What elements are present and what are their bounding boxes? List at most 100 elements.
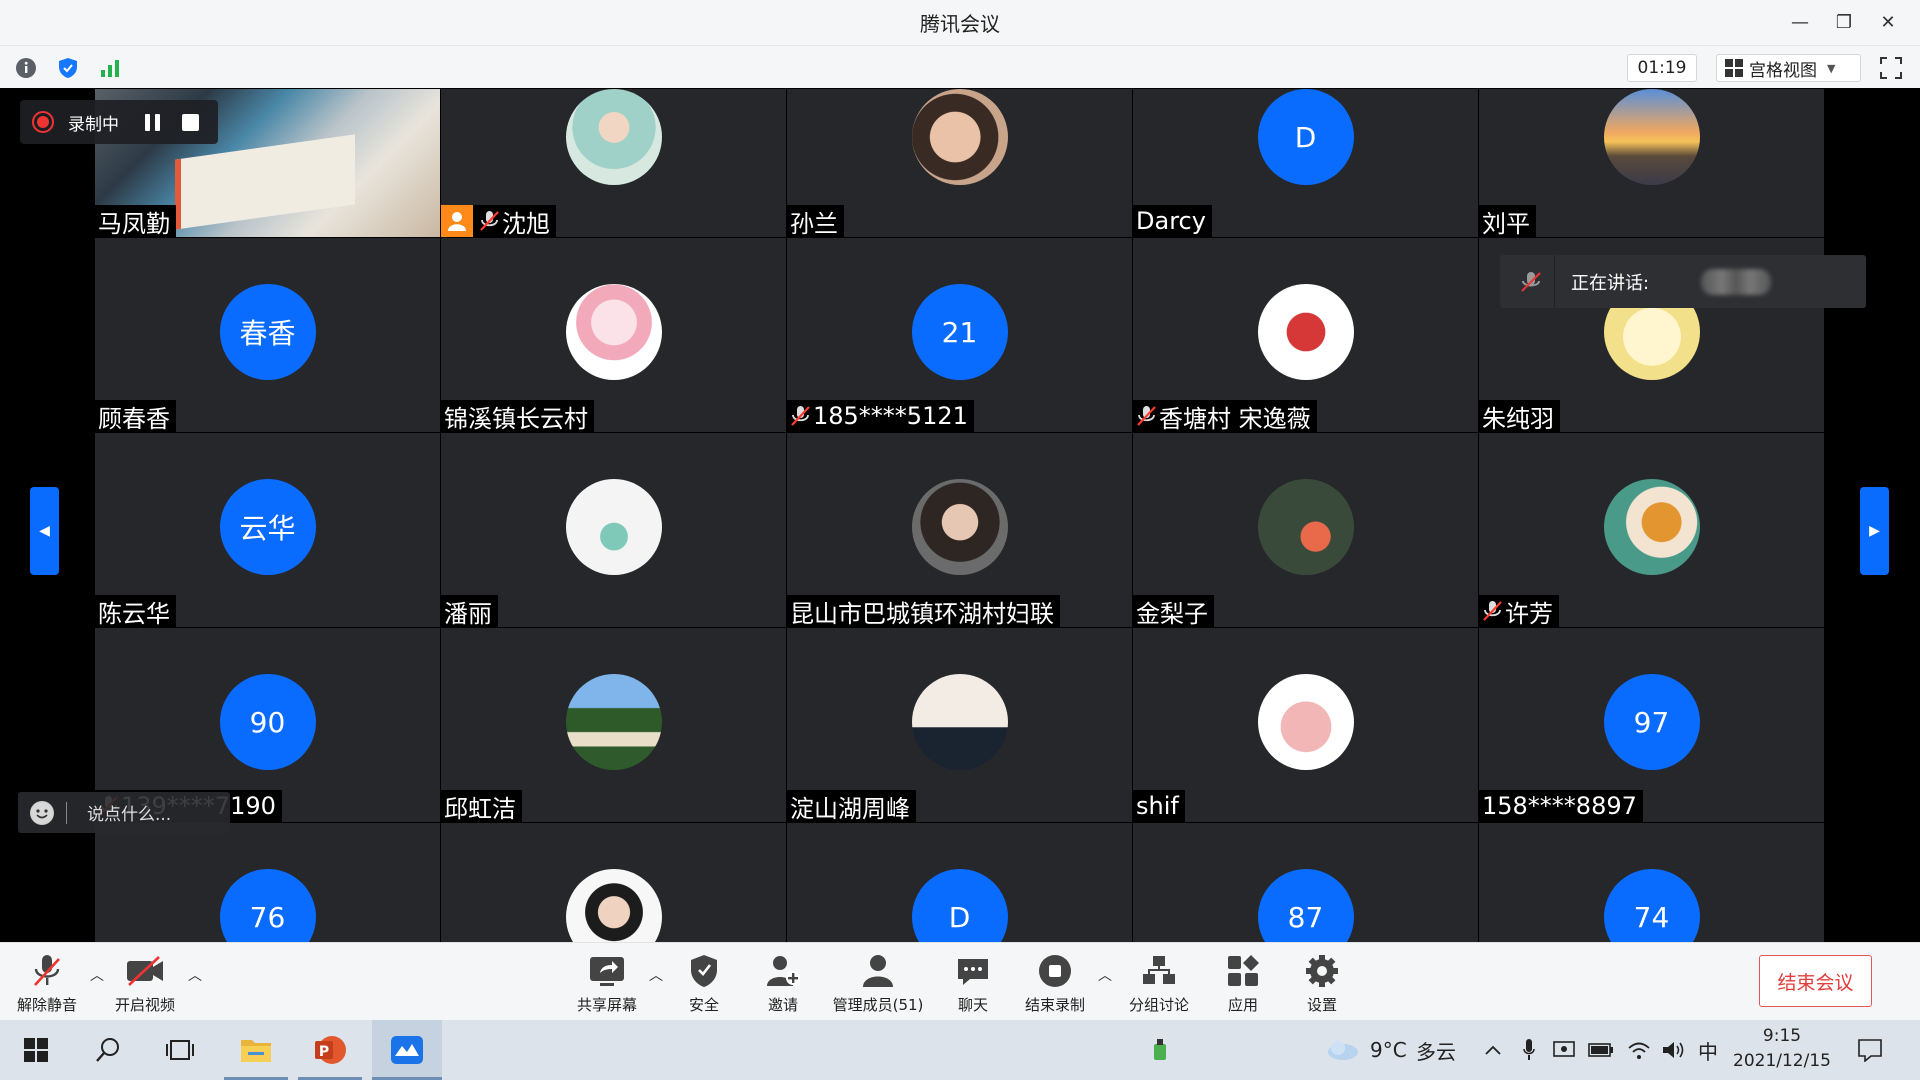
battery-icon[interactable] [1588, 1020, 1614, 1080]
start-video-button[interactable]: 开启视频 [100, 951, 190, 1015]
participant-avatar: D [1257, 89, 1354, 185]
prev-page-button[interactable]: ◀ [30, 487, 59, 575]
participant-avatar: D [911, 869, 1008, 942]
recording-panel: 录制中 [20, 100, 218, 144]
participant-tile[interactable]: 春香 顾春香 [95, 238, 440, 432]
volume-icon[interactable] [1660, 1020, 1686, 1080]
chat-input-bar[interactable]: 说点什么... [18, 792, 230, 833]
mic-muted-icon [34, 955, 60, 986]
participant-tile[interactable]: 昆山市巴城镇环湖村妇联 [787, 433, 1132, 627]
participant-nametag: 金梨子 [1133, 595, 1214, 627]
participant-name: 昆山市巴城镇环湖村妇联 [790, 599, 1054, 628]
search-icon[interactable] [86, 1020, 130, 1080]
video-stage: 马凤勤 沈旭 孙兰 D Darcy 刘平春香 顾春香 锦溪镇长云村 21 185****5121 香… [0, 89, 1920, 942]
participant-tile[interactable]: 76 [95, 823, 440, 942]
participant-tile[interactable]: 潘丽 [441, 433, 786, 627]
microphone-icon[interactable] [1518, 1020, 1540, 1080]
system-clock[interactable]: 9:15 2021/12/15 [1728, 1024, 1836, 1074]
end-meeting-button[interactable]: 结束会议 [1759, 955, 1872, 1007]
participant-name: 刘平 [1482, 209, 1530, 238]
security-button[interactable]: 安全 [659, 951, 749, 1015]
speaker-name-blurred [1701, 268, 1772, 295]
participant-avatar [1603, 89, 1700, 185]
participant-tile[interactable]: 孙兰 [787, 89, 1132, 237]
participant-name: 顾春香 [98, 404, 170, 433]
chat-icon [958, 959, 988, 985]
powerpoint-icon[interactable]: P [298, 1020, 362, 1080]
stop-recording-button[interactable] [182, 113, 199, 131]
fullscreen-icon[interactable] [1878, 55, 1904, 81]
participant-tile[interactable]: 香塘村 宋逸薇 [1133, 238, 1478, 432]
os-taskbar: P 9°C 多云 中 9:15 2021/12/15 [0, 1020, 1920, 1080]
security-shield-icon[interactable] [56, 56, 80, 80]
participant-tile[interactable]: 许芳 [1479, 433, 1824, 627]
participant-tile[interactable]: 97 158****8897 [1479, 628, 1824, 822]
weather-temp[interactable]: 9°C [1370, 1020, 1407, 1080]
shield-icon [691, 955, 717, 987]
participant-tile[interactable]: 74 [1479, 823, 1824, 942]
participant-avatar [911, 674, 1008, 770]
participant-tile[interactable]: 锦溪镇长云村 [441, 238, 786, 432]
participant-avatar: 87 [1257, 869, 1354, 942]
participant-tile[interactable]: D Darcy [1133, 89, 1478, 237]
participant-tile[interactable]: 邱虹洁 [441, 628, 786, 822]
signal-strength-icon[interactable] [98, 56, 122, 80]
participant-avatar [565, 479, 662, 575]
participant-tile[interactable]: 87 [1133, 823, 1478, 942]
participant-avatar [1603, 479, 1700, 575]
participant-tile[interactable]: 21 185****5121 [787, 238, 1132, 432]
show-hidden-icons-chevron-up-icon[interactable] [1482, 1020, 1504, 1080]
participant-nametag: 马凤勤 [95, 205, 176, 237]
recording-options-chevron-up-icon[interactable]: ︿ [1098, 965, 1112, 985]
restore-button[interactable]: ❐ [1822, 1, 1866, 45]
info-icon[interactable] [14, 56, 38, 80]
participant-tile[interactable]: 云华 陈云华 [95, 433, 440, 627]
notification-center-icon[interactable] [1852, 1020, 1888, 1080]
participant-nametag: 许芳 [1479, 595, 1559, 627]
participant-tile[interactable]: 沈旭 [441, 89, 786, 237]
wifi-icon[interactable] [1626, 1020, 1652, 1080]
weather-desc[interactable]: 多云 [1416, 1020, 1456, 1080]
participant-tile[interactable] [441, 823, 786, 942]
participant-tile[interactable]: 淀山湖周峰 [787, 628, 1132, 822]
mic-muted-icon [1482, 600, 1502, 622]
participant-name: Darcy [1136, 207, 1206, 235]
chat-button[interactable]: 聊天 [928, 951, 1018, 1015]
manage-members-button[interactable]: 管理成员(51) [828, 951, 928, 1015]
participant-name: 陈云华 [98, 599, 170, 628]
close-button[interactable]: ✕ [1866, 1, 1910, 45]
next-page-button[interactable]: ▶ [1860, 487, 1889, 575]
participant-tile[interactable]: shif [1133, 628, 1478, 822]
participant-name: 香塘村 宋逸薇 [1159, 404, 1311, 433]
participant-avatar: 76 [219, 869, 316, 942]
participant-avatar: 21 [911, 284, 1008, 380]
chevron-down-icon: ▼ [1827, 61, 1836, 75]
participant-avatar: 97 [1603, 674, 1700, 770]
file-explorer-icon[interactable] [224, 1020, 288, 1080]
participant-name: 孙兰 [790, 209, 838, 238]
grid-view-dropdown[interactable]: 宫格视图 ▼ [1716, 54, 1861, 82]
unmute-button[interactable]: 解除静音 [2, 951, 92, 1015]
emoji-icon[interactable] [30, 800, 54, 825]
task-view-icon[interactable] [158, 1020, 202, 1080]
share-screen-icon [590, 957, 624, 986]
participant-tile[interactable]: 金梨子 [1133, 433, 1478, 627]
participant-tile[interactable]: D [787, 823, 1132, 942]
input-method-indicator[interactable]: 中 [1698, 1020, 1718, 1080]
svg-text:P: P [319, 1044, 329, 1060]
chevron-left-icon: ◀ [39, 523, 50, 539]
participant-tile[interactable]: 刘平 [1479, 89, 1824, 237]
share-screen-button[interactable]: 共享屏幕 [562, 951, 652, 1015]
tencent-meeting-taskbar-icon[interactable] [372, 1020, 442, 1080]
pause-recording-button[interactable] [145, 113, 160, 131]
end-recording-button[interactable]: 结束录制 [1010, 951, 1100, 1015]
minimize-button[interactable]: — [1778, 1, 1822, 45]
breakout-button[interactable]: 分组讨论 [1114, 951, 1204, 1015]
windows-start-icon[interactable] [14, 1020, 58, 1080]
settings-button[interactable]: 设置 [1277, 951, 1367, 1015]
usb-device-icon[interactable] [1145, 1020, 1175, 1080]
video-options-chevron-up-icon[interactable]: ︿ [188, 965, 202, 985]
screen-capture-icon[interactable] [1552, 1020, 1576, 1080]
invite-button[interactable]: 邀请 [738, 951, 828, 1015]
apps-button[interactable]: 应用 [1198, 951, 1288, 1015]
